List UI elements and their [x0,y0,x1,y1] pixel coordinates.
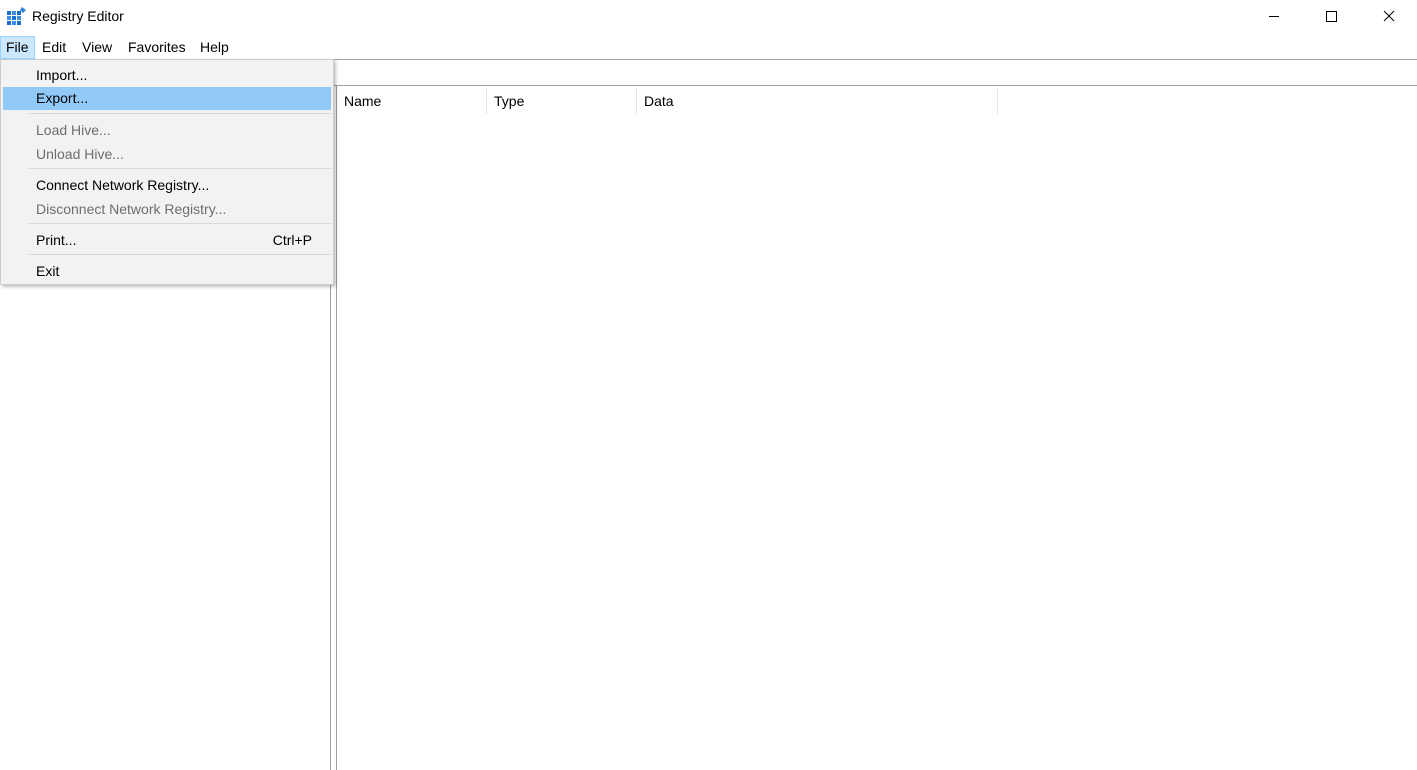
menu-separator [29,254,331,255]
title-bar: Registry Editor [0,0,1417,34]
menu-help[interactable]: Help [194,36,235,59]
registry-editor-icon [7,7,26,25]
value-list-pane[interactable]: Name Type Data [337,86,1417,770]
menu-item-connect-network-registry[interactable]: Connect Network Registry... [3,174,331,197]
close-button[interactable] [1360,0,1417,32]
maximize-icon [1326,11,1337,22]
menu-file[interactable]: File [0,36,35,59]
menu-separator [29,113,331,114]
menu-item-export[interactable]: Export... [3,87,331,110]
column-header-name[interactable]: Name [337,88,487,114]
menu-item-print-shortcut: Ctrl+P [272,232,312,248]
maximize-button[interactable] [1302,0,1360,32]
menu-item-disconnect-network-registry[interactable]: Disconnect Network Registry... [3,198,331,221]
menu-item-unload-hive[interactable]: Unload Hive... [3,143,331,166]
menu-bar: File Edit View Favorites Help [0,36,1417,59]
column-header-type[interactable]: Type [487,88,637,114]
menu-item-exit[interactable]: Exit [3,260,331,283]
menu-separator [29,223,331,224]
menu-item-import[interactable]: Import... [3,64,331,87]
menu-item-load-hive[interactable]: Load Hive... [3,119,331,142]
minimize-button[interactable] [1245,0,1303,32]
window-title: Registry Editor [32,8,124,24]
close-icon [1383,10,1395,22]
menu-view[interactable]: View [76,36,118,59]
minimize-icon [1269,16,1279,17]
column-header-data[interactable]: Data [637,88,998,114]
menu-separator [29,168,331,169]
file-menu-dropdown: Import... Export... Load Hive... Unload … [0,59,334,285]
menu-edit[interactable]: Edit [36,36,72,59]
menu-item-print[interactable]: Print... Ctrl+P [3,229,331,252]
registry-editor-window: Registry Editor File Edit View Favorites… [0,0,1417,770]
menu-favorites[interactable]: Favorites [122,36,192,59]
menu-item-print-label: Print... [36,232,77,248]
